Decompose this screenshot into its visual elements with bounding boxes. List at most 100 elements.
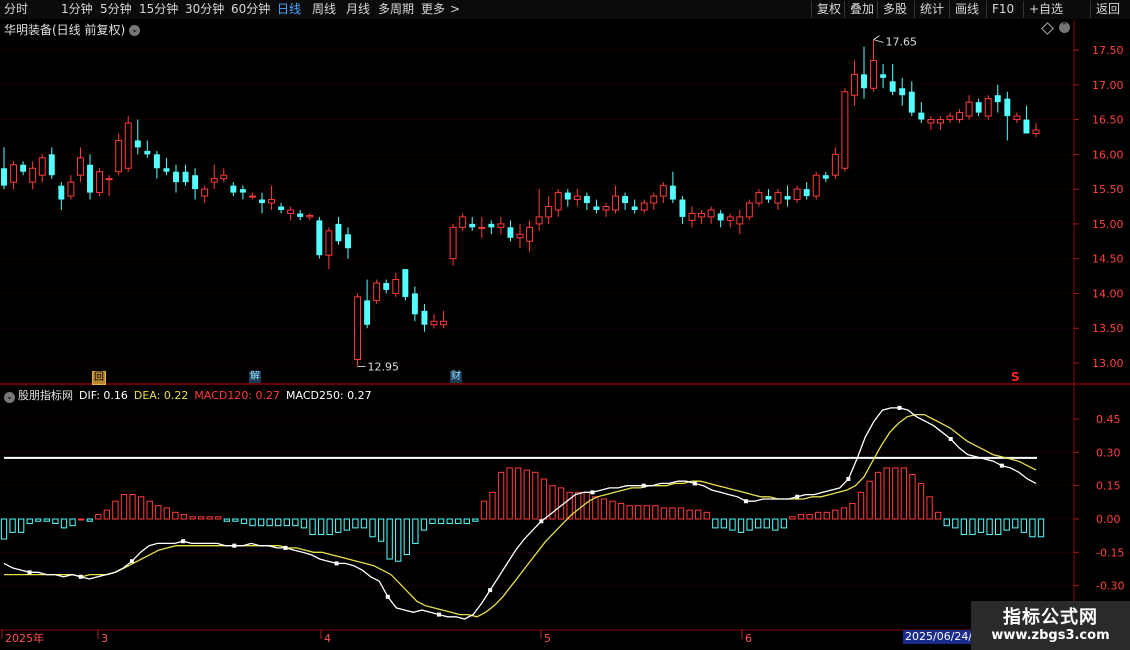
candle-body [669,185,676,200]
toolbar-button[interactable]: 叠加 [844,1,874,18]
candle-body [535,216,543,225]
candle-body [163,168,170,172]
period-tab[interactable]: 周线 [312,1,336,18]
candle-body [383,283,390,290]
candle-body [134,140,141,148]
candle-body [554,192,562,211]
macd-bar [77,518,85,521]
candle-body [822,175,829,179]
indicator-dropdown-icon[interactable]: ⌄ [4,392,15,403]
period-tab[interactable]: 分时 [4,1,28,18]
candle-body [1032,129,1040,134]
dif-dot [78,574,83,579]
candle-body [210,178,218,183]
period-tab[interactable]: 日线 [277,1,301,18]
event-marker-cai[interactable]: 财 [450,371,462,383]
x-tick-label: 2025年 [5,631,44,645]
period-tab[interactable]: 月线 [346,1,370,18]
stock-title[interactable]: 华明装备(日线 前复权) ⌄ [4,21,141,38]
candle-body [10,164,18,183]
candle-body [402,269,409,297]
candle-body [573,195,581,201]
x-tick-label: 3 [101,632,108,645]
candle-body [173,171,179,183]
max-price-label: 17.65 [886,36,918,49]
candle-body [803,189,810,197]
toolbar-button[interactable]: 统计 [914,1,944,18]
period-tab[interactable]: 更多 [421,1,445,18]
candle-body [812,174,820,197]
candle-body [936,119,944,124]
candle-body [373,282,381,301]
candle-body [612,195,620,211]
sell-signal-marker[interactable]: S [1010,371,1021,383]
dif-dot [744,499,749,504]
candle-body [908,91,915,113]
dif-dot [846,477,851,481]
price-tick-label: 16.50 [1092,114,1124,127]
candle-body [297,213,304,217]
more-chevron-icon[interactable]: > [450,1,460,18]
period-tab[interactable]: 30分钟 [185,1,224,18]
candle-body [631,206,638,210]
candle-body [392,279,400,294]
candle-body [220,174,228,180]
candle-body [726,216,734,221]
candle-body [105,178,113,181]
candle-body [29,167,37,183]
candle-body [364,300,371,325]
dif-dot [283,545,288,550]
price-tick-label: 15.50 [1092,183,1124,196]
macd120-value: MACD120: 0.27 [194,389,281,402]
indicator-name[interactable]: 股朋指标网 [18,389,73,402]
dif-dot [539,519,544,524]
candle-body [325,230,333,256]
toolbar-button[interactable]: F10 [986,1,1014,18]
indicator-tick-label: 0.00 [1096,513,1121,526]
x-tick-label: 6 [745,632,752,645]
dif-dot [795,494,800,499]
candle-body [755,192,763,204]
candle-body [659,185,667,197]
candle-body [688,212,696,221]
chevron-up-icon[interactable]: ⌃ [1059,22,1070,33]
candle-body [984,98,992,117]
dif-dot [641,483,646,488]
dif-dot [334,561,339,566]
candle-body [38,157,46,176]
period-tab[interactable]: 60分钟 [231,1,270,18]
candle-body [287,209,295,214]
dif-dot [692,481,697,486]
dea-value: DEA: 0.22 [133,389,189,402]
period-tab[interactable]: 5分钟 [100,1,132,18]
watermark-title: 指标公式网 [1003,607,1098,628]
dif-dot [948,437,953,441]
dif-dot [385,594,390,599]
period-tab[interactable]: 1分钟 [61,1,93,18]
candle-body [870,59,878,89]
candle-body [841,91,849,169]
title-dropdown-icon[interactable]: ⌄ [129,25,141,36]
price-tick-label: 13.50 [1092,322,1124,335]
candle-body [640,202,648,211]
toolbar-button[interactable]: 画线 [949,1,979,18]
indicator-tick-label: 0.45 [1096,413,1121,426]
event-marker-hui[interactable]: 回 [92,371,106,385]
candle-body [115,139,123,173]
event-marker-jie[interactable]: 解 [249,371,261,383]
toolbar-button[interactable]: 复权 [811,1,841,18]
candle-body [124,122,132,169]
candle-body [793,188,801,201]
period-tab[interactable]: 多周期 [378,1,414,18]
toolbar-button[interactable]: 返回 [1090,1,1120,18]
candle-body [335,223,342,242]
candle-body [421,310,428,325]
candle-body [248,195,256,198]
candle-body [880,74,887,78]
dif-dot [129,559,134,564]
toolbar-button[interactable]: 多股 [877,1,907,18]
period-tab[interactable]: 15分钟 [139,1,178,18]
toolbar-button[interactable]: +自选 [1023,1,1063,18]
x-tick-label: 4 [324,632,331,645]
candle-body [1,168,7,186]
